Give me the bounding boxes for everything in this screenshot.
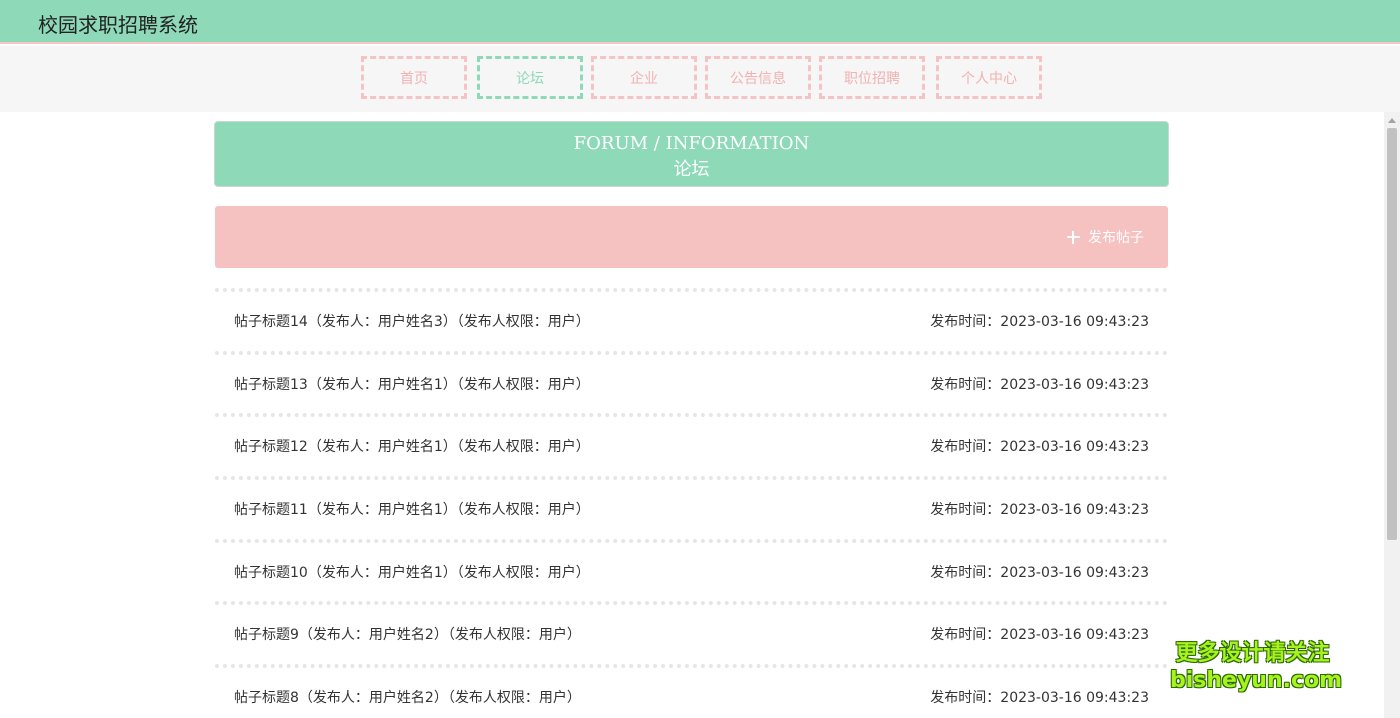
action-bar: 发布帖子 (215, 206, 1168, 268)
post-time: 发布时间：2023-03-16 09:43:23 (930, 376, 1149, 393)
section-banner: FORUM / INFORMATION 论坛 (214, 121, 1169, 187)
scroll-up-arrow-icon[interactable] (1388, 118, 1396, 123)
post-row[interactable]: 帖子标题14（发布人：用户姓名3）（发布人权限：用户） 发布时间：2023-03… (215, 288, 1168, 351)
post-time: 发布时间：2023-03-16 09:43:23 (930, 564, 1149, 581)
post-row[interactable]: 帖子标题13（发布人：用户姓名1）（发布人权限：用户） 发布时间：2023-03… (215, 350, 1168, 414)
post-time: 发布时间：2023-03-16 09:43:23 (930, 439, 1149, 456)
post-row[interactable]: 帖子标题11（发布人：用户姓名1）（发布人权限：用户） 发布时间：2023-03… (215, 476, 1168, 539)
create-post-label: 发布帖子 (1088, 230, 1144, 246)
main-nav: 首页 论坛 企业 公告信息 职位招聘 个人中心 (0, 46, 1400, 112)
post-time: 发布时间：2023-03-16 09:43:23 (930, 690, 1149, 707)
banner-title-en: FORUM / INFORMATION (573, 133, 810, 154)
app-title: 校园求职招聘系统 (38, 13, 198, 37)
post-time: 发布时间：2023-03-16 09:43:23 (930, 502, 1149, 519)
top-header: 校园求职招聘系统 (0, 0, 1400, 44)
vertical-scrollbar[interactable] (1384, 112, 1400, 718)
banner-title-cn: 论坛 (673, 159, 710, 180)
scroll-thumb[interactable] (1387, 128, 1397, 540)
post-row[interactable]: 帖子标题10（发布人：用户姓名1）（发布人权限：用户） 发布时间：2023-03… (215, 538, 1168, 602)
post-list: 帖子标题14（发布人：用户姓名3）（发布人权限：用户） 发布时间：2023-03… (215, 288, 1168, 718)
watermark-line-2: bisheyun.com (1170, 668, 1343, 693)
post-title[interactable]: 帖子标题9（发布人：用户姓名2）（发布人权限：用户） (234, 624, 581, 644)
nav-item-forum[interactable]: 论坛 (477, 56, 583, 99)
post-row[interactable]: 帖子标题8（发布人：用户姓名2）（发布人权限：用户） 发布时间：2023-03-… (215, 664, 1168, 718)
nav-item-jobs[interactable]: 职位招聘 (819, 56, 925, 99)
post-title[interactable]: 帖子标题13（发布人：用户姓名1）（发布人权限：用户） (234, 374, 590, 394)
post-title[interactable]: 帖子标题10（发布人：用户姓名1）（发布人权限：用户） (234, 562, 590, 582)
plus-icon (1067, 230, 1080, 244)
watermark-line-1: 更多设计请关注 (1175, 641, 1330, 666)
post-title[interactable]: 帖子标题12（发布人：用户姓名1）（发布人权限：用户） (234, 436, 590, 456)
nav-item-personal-center[interactable]: 个人中心 (936, 56, 1042, 99)
watermark: 更多设计请关注 bisheyun.com (1170, 640, 1343, 694)
post-title[interactable]: 帖子标题8（发布人：用户姓名2）（发布人权限：用户） (234, 687, 581, 707)
post-time: 发布时间：2023-03-16 09:43:23 (930, 627, 1149, 644)
nav-item-company[interactable]: 企业 (591, 56, 697, 99)
post-row[interactable]: 帖子标题9（发布人：用户姓名2）（发布人权限：用户） 发布时间：2023-03-… (215, 601, 1168, 664)
nav-item-home[interactable]: 首页 (361, 56, 467, 99)
post-time: 发布时间：2023-03-16 09:43:23 (930, 314, 1149, 330)
post-title[interactable]: 帖子标题11（发布人：用户姓名1）（发布人权限：用户） (234, 499, 590, 519)
nav-item-announcements[interactable]: 公告信息 (705, 56, 811, 99)
content-area: FORUM / INFORMATION 论坛 发布帖子 帖子标题14（发布人：用… (0, 112, 1384, 718)
post-title[interactable]: 帖子标题14（发布人：用户姓名3）（发布人权限：用户） (234, 311, 590, 331)
post-row[interactable]: 帖子标题12（发布人：用户姓名1）（发布人权限：用户） 发布时间：2023-03… (215, 413, 1168, 476)
create-post-button[interactable]: 发布帖子 (1067, 227, 1144, 247)
